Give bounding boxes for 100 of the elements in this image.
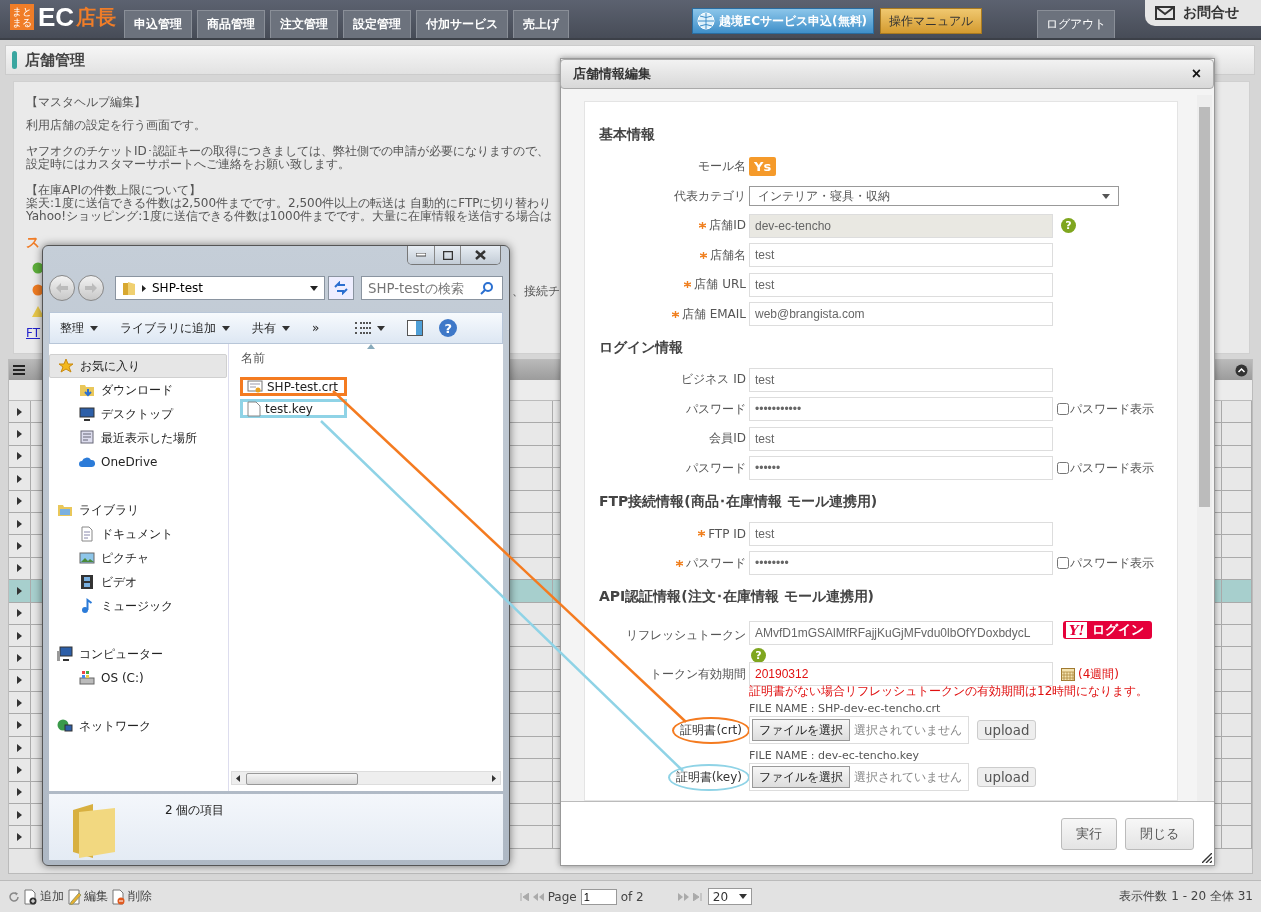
expand-arrow-icon[interactable] [17,810,22,819]
ftp-link[interactable]: FT [26,326,41,340]
expand-arrow-icon[interactable] [17,407,22,416]
expand-arrow-icon[interactable] [17,519,22,528]
text-field[interactable]: test [749,243,1053,268]
nav-tab[interactable]: 申込管理 [124,10,193,38]
column-header[interactable]: 名前 [241,350,265,367]
nav-tab[interactable]: 売上げ [513,10,570,38]
logout-button[interactable]: ログアウト [1037,10,1115,38]
maximize-button[interactable] [434,246,460,264]
password-field[interactable]: ••••••••••• [749,397,1053,422]
toolbar-menu[interactable]: 整理 [60,319,98,337]
password-field[interactable]: •••••••• [749,551,1053,576]
add-button[interactable]: 追加 [23,888,64,905]
scroll-left-icon[interactable] [236,774,240,782]
expand-arrow-icon[interactable] [17,833,22,842]
vertical-scrollbar[interactable] [1197,95,1212,801]
choose-file-button[interactable]: ファイルを選択 [752,766,850,788]
help-button[interactable]: ? [439,319,458,337]
close-button[interactable] [460,246,500,264]
text-field[interactable]: web@brangista.com [749,302,1053,327]
menu-icon[interactable] [13,365,25,375]
expand-arrow-icon[interactable] [17,474,22,483]
expand-arrow-icon[interactable] [17,452,22,461]
back-button[interactable] [49,275,75,301]
contact-button[interactable]: お問合せ [1145,0,1261,26]
delete-button[interactable]: 削除 [111,888,152,905]
text-field[interactable]: test [749,426,1053,451]
expand-arrow-icon[interactable] [17,609,22,618]
refresh-button[interactable] [328,276,354,300]
navigation-item[interactable]: ネットワーク [49,714,227,738]
forward-button[interactable] [78,275,104,301]
expand-arrow-icon[interactable] [17,721,22,730]
yahoo-login-button[interactable]: Y! ログイン [1063,621,1153,639]
file-item[interactable]: SHP-test.crt [240,377,348,396]
navigation-item[interactable]: コンピューター [49,642,227,666]
expand-arrow-icon[interactable] [17,430,22,439]
date-field[interactable]: 20190312 [749,662,1053,686]
toolbar-menu[interactable]: 共有 [252,319,290,337]
text-field[interactable]: test [749,272,1053,297]
nav-tab[interactable]: 注文管理 [270,10,339,38]
run-button[interactable]: 実行 [1061,817,1117,850]
token-field[interactable]: AMvfD1mGSAlMfRFajjKuGjMFvdu0lbOfYDoxbdycL [749,621,1053,645]
expand-arrow-icon[interactable] [17,788,22,797]
expand-arrow-icon[interactable] [17,654,22,662]
file-input[interactable]: ファイルを選択 選択されていません [749,716,969,744]
page-size-select[interactable]: 20 [707,888,752,905]
search-field[interactable]: SHP-testの検索 [361,276,503,300]
file-input[interactable]: ファイルを選択 選択されていません [749,763,969,791]
text-field[interactable]: test [749,521,1053,546]
nav-tab[interactable]: 設定管理 [343,10,412,38]
expand-arrow-icon[interactable] [17,586,22,595]
horizontal-scrollbar[interactable] [231,771,501,785]
navigation-item[interactable]: OneDrive [49,450,227,474]
password-field[interactable]: •••••• [749,456,1053,481]
more-button[interactable]: » [312,321,320,335]
address-bar[interactable]: SHP-test [115,276,325,300]
close-button[interactable]: × [1191,65,1201,83]
manual-button[interactable]: 操作マニュアル [880,8,982,34]
upload-button[interactable]: upload [977,720,1037,740]
expand-arrow-icon[interactable] [17,631,22,640]
calendar-icon[interactable] [1061,667,1075,681]
navigation-item[interactable]: ドキュメント [49,522,227,546]
view-button[interactable] [355,322,386,334]
page-number-field[interactable]: 1 [580,888,617,905]
expand-arrow-icon[interactable] [17,743,22,752]
preview-pane-button[interactable] [407,320,424,336]
expand-arrow-icon[interactable] [17,564,22,573]
resize-grip-icon[interactable] [1202,853,1212,863]
collapse-icon[interactable] [1235,363,1248,377]
toolbar-menu[interactable]: ライブラリに追加 [120,319,230,337]
navigation-item[interactable]: ダウンロード [49,378,227,402]
expand-arrow-icon[interactable] [17,676,22,685]
scroll-right-icon[interactable] [492,774,496,782]
expand-arrow-icon[interactable] [17,542,22,551]
choose-file-button[interactable]: ファイルを選択 [752,719,850,741]
nav-tab[interactable]: 付加サービス [416,10,509,38]
navigation-item[interactable]: 最近表示した場所 [49,426,227,450]
nav-tab[interactable]: 商品管理 [197,10,266,38]
expand-arrow-icon[interactable] [17,765,22,774]
expand-arrow-icon[interactable] [17,698,22,707]
navigation-item[interactable]: ビデオ [49,570,227,594]
category-select[interactable]: インテリア・寝具・収納 [749,186,1119,207]
show-password-checkbox[interactable] [1057,557,1069,570]
close-dialog-button[interactable]: 閉じる [1125,817,1194,850]
navigation-item[interactable]: OS (C:) [49,666,227,690]
navigation-item[interactable]: デスクトップ [49,402,227,426]
navigation-item[interactable]: ミュージック [49,594,227,618]
file-item[interactable]: test.key [240,399,348,418]
expand-arrow-icon[interactable] [17,497,22,506]
edit-button[interactable]: 編集 [67,888,108,905]
navigation-item[interactable]: ライブラリ [49,498,227,522]
refresh-icon[interactable] [8,890,20,903]
show-password-checkbox[interactable] [1057,462,1069,475]
show-password-checkbox[interactable] [1057,403,1069,416]
music-note-icon [79,598,95,614]
text-field[interactable]: test [749,367,1053,392]
upload-button[interactable]: upload [977,767,1037,787]
navigation-item[interactable]: お気に入り [49,354,227,378]
navigation-item[interactable]: ピクチャ [49,546,227,570]
